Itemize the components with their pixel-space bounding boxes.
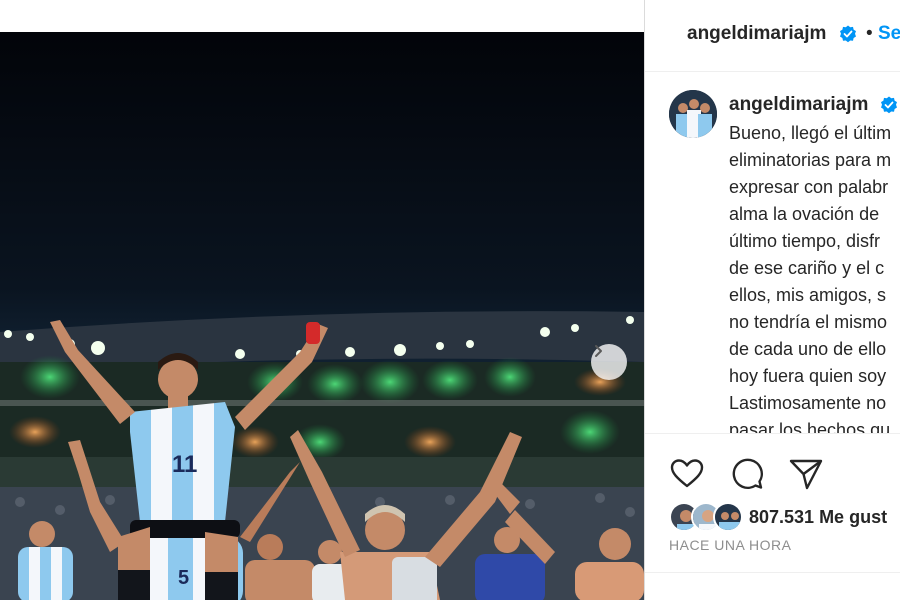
caption-line: pasar los hechos qu [729, 420, 891, 434]
post-media[interactable]: 5 11 [0, 32, 644, 600]
post-panel: angeldimariajm • Se angeldimariajm Bueno… [644, 0, 900, 600]
caption-line: Bueno, llegó el últim [729, 123, 892, 143]
caption-line: alma la ovación de [729, 204, 880, 224]
caption-line: hoy fuera quien soy [729, 366, 887, 386]
caption-line: ellos, mis amigos, s [729, 285, 887, 305]
top-strip [0, 0, 644, 32]
comment-icon [732, 458, 763, 489]
comment-button[interactable] [729, 456, 765, 492]
caption-line: de ese cariño y el c [729, 258, 885, 278]
action-bar [645, 440, 900, 504]
likes-count[interactable]: 807.531 Me gust [749, 507, 887, 528]
jersey-number-second: 5 [178, 567, 189, 589]
header-separator: • [866, 23, 873, 44]
verified-badge-icon [839, 25, 857, 48]
verified-badge-icon [880, 96, 898, 119]
liker-avatar [713, 502, 743, 532]
caption-line: no tendría el mismo [729, 312, 888, 332]
avatar[interactable] [669, 90, 717, 138]
heart-icon [670, 459, 704, 488]
send-icon [789, 459, 823, 490]
post-photo: 5 11 [0, 32, 644, 600]
caption-username[interactable]: angeldimariajm [729, 94, 868, 116]
chevron-right-icon [595, 345, 602, 357]
post-header: angeldimariajm • Se [645, 0, 900, 72]
jersey-number-main: 11 [172, 451, 197, 478]
caption-line: expresar con palabr [729, 177, 889, 197]
caption-line: de cada uno de ello [729, 339, 887, 359]
caption-area: angeldimariajm Bueno, llegó el últim eli… [645, 72, 900, 434]
header-username[interactable]: angeldimariajm [687, 23, 826, 45]
post-timestamp[interactable]: HACE UNA HORA [669, 537, 791, 553]
next-photo-button[interactable] [591, 344, 627, 380]
share-button[interactable] [788, 456, 824, 492]
divider [645, 572, 900, 573]
caption-text: Bueno, llegó el últim eliminatorias para… [729, 120, 900, 434]
likes-row[interactable]: 807.531 Me gust [669, 500, 900, 534]
caption-line: último tiempo, disfr [729, 231, 881, 251]
follow-button[interactable]: Se [878, 23, 900, 45]
caption-line: Lastimosamente no [729, 393, 887, 413]
like-button[interactable] [669, 456, 705, 492]
caption-line: eliminatorias para m [729, 150, 892, 170]
